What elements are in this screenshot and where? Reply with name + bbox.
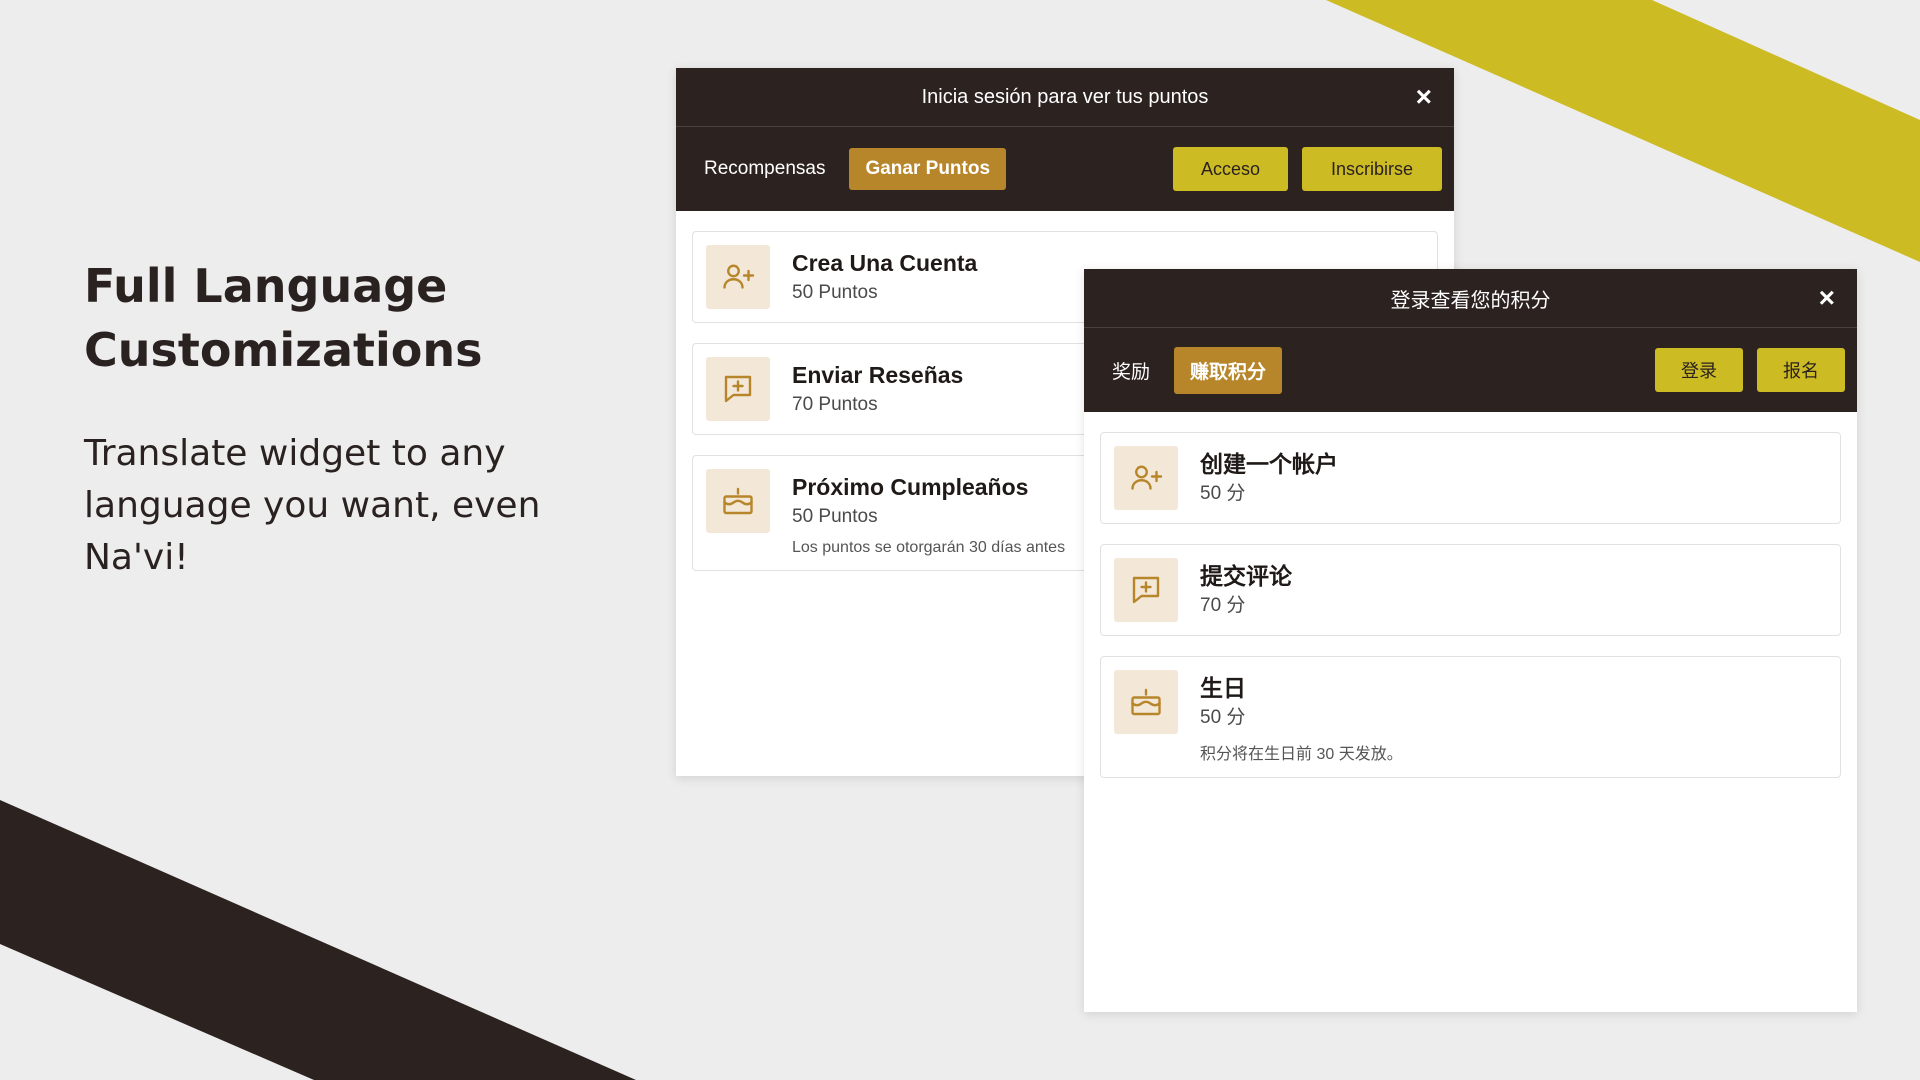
widget-header: 登录查看您的积分 × bbox=[1084, 269, 1857, 328]
promo-desc-line: language you want, even bbox=[84, 485, 541, 526]
promo-section: Full Language Customizations Translate w… bbox=[84, 254, 604, 584]
earn-list: 创建一个帐户 50 分 提交评论 70 分 生日 50 分 积分将在生日前 30… bbox=[1084, 412, 1857, 818]
tab-earn-points[interactable]: Ganar Puntos bbox=[849, 148, 1007, 190]
close-icon[interactable]: × bbox=[1416, 83, 1432, 111]
cake-icon bbox=[1114, 670, 1178, 734]
promo-title-line: Customizations bbox=[84, 323, 483, 377]
promo-title: Full Language Customizations bbox=[84, 254, 604, 382]
list-item[interactable]: 提交评论 70 分 bbox=[1100, 544, 1841, 636]
card-title: Enviar Reseñas bbox=[792, 362, 964, 388]
tab-rewards[interactable]: Recompensas bbox=[696, 148, 833, 190]
card-points: 50 Puntos bbox=[792, 282, 878, 303]
close-icon[interactable]: × bbox=[1819, 284, 1835, 312]
list-item[interactable]: 生日 50 分 积分将在生日前 30 天发放。 bbox=[1100, 656, 1841, 778]
widget-nav: 奖励 赚取积分 登录 报名 bbox=[1084, 328, 1857, 412]
widget-header-title: 登录查看您的积分 bbox=[1390, 289, 1551, 312]
card-note: 积分将在生日前 30 天发放。 bbox=[1200, 746, 1403, 763]
card-title: 提交评论 bbox=[1200, 563, 1292, 589]
list-item[interactable]: 创建一个帐户 50 分 bbox=[1100, 432, 1841, 524]
card-title: 生日 bbox=[1200, 675, 1246, 701]
message-plus-icon bbox=[706, 357, 770, 421]
promo-desc-line: Na'vi! bbox=[84, 537, 189, 578]
card-points: 50 Puntos bbox=[792, 506, 878, 527]
user-plus-icon bbox=[706, 245, 770, 309]
card-points: 50 分 bbox=[1200, 483, 1246, 504]
tab-rewards[interactable]: 奖励 bbox=[1104, 347, 1158, 394]
rewards-widget-chinese: 登录查看您的积分 × 奖励 赚取积分 登录 报名 创建一个帐户 50 分 提交评… bbox=[1084, 269, 1857, 1012]
cake-icon bbox=[706, 469, 770, 533]
login-button[interactable]: 登录 bbox=[1655, 348, 1743, 392]
card-title: 创建一个帐户 bbox=[1200, 451, 1338, 477]
login-button[interactable]: Acceso bbox=[1173, 147, 1288, 191]
card-points: 50 分 bbox=[1200, 707, 1246, 728]
card-note: Los puntos se otorgarán 30 días antes bbox=[792, 539, 1066, 556]
card-points: 70 Puntos bbox=[792, 394, 878, 415]
widget-header-title: Inicia sesión para ver tus puntos bbox=[921, 85, 1209, 108]
card-title: Próximo Cumpleaños bbox=[792, 474, 1029, 500]
tab-earn-points[interactable]: 赚取积分 bbox=[1174, 346, 1283, 394]
promo-title-line: Full Language bbox=[84, 259, 448, 313]
widget-header: Inicia sesión para ver tus puntos × bbox=[676, 68, 1454, 127]
widget-nav: Recompensas Ganar Puntos Acceso Inscribi… bbox=[676, 127, 1454, 211]
card-title: Crea Una Cuenta bbox=[792, 250, 978, 276]
card-points: 70 分 bbox=[1200, 595, 1246, 616]
message-plus-icon bbox=[1114, 558, 1178, 622]
signup-button[interactable]: 报名 bbox=[1757, 348, 1845, 392]
promo-description: Translate widget to any language you wan… bbox=[84, 428, 604, 584]
dark-stripe bbox=[0, 800, 636, 1080]
promo-desc-line: Translate widget to any bbox=[84, 433, 506, 474]
signup-button[interactable]: Inscribirse bbox=[1302, 147, 1442, 191]
user-plus-icon bbox=[1114, 446, 1178, 510]
